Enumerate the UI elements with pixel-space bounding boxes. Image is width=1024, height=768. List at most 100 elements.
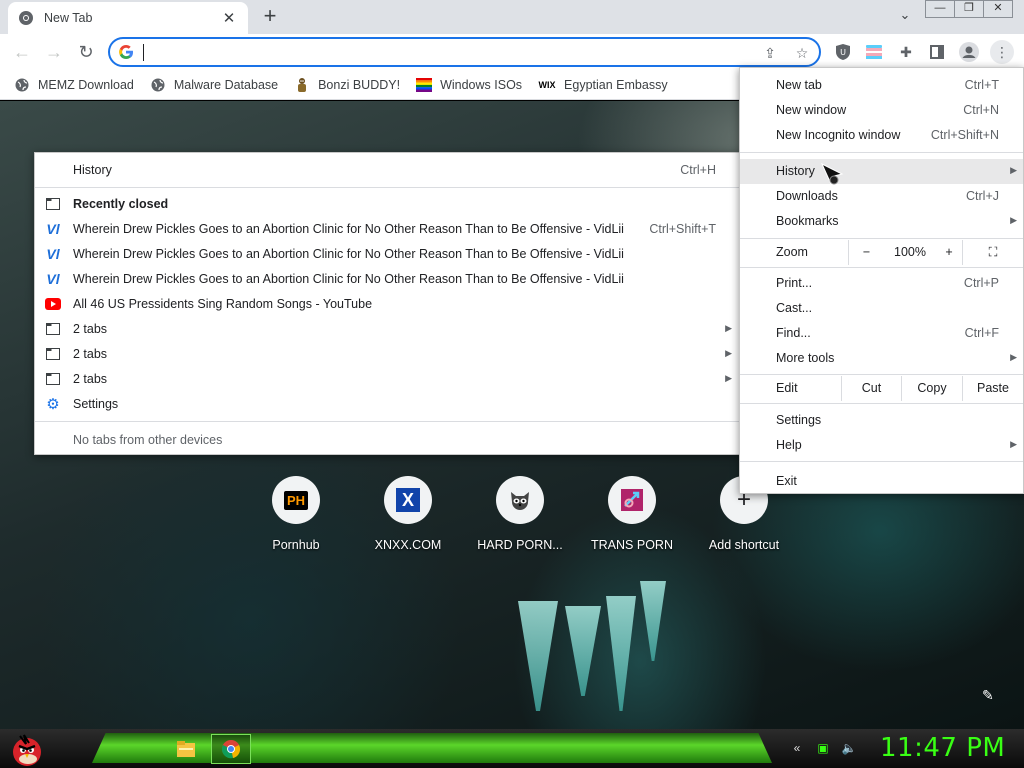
- menu-item-new-incognito[interactable]: New Incognito window Ctrl+Shift+N: [740, 123, 1023, 148]
- recently-closed-item[interactable]: Vl Wherein Drew Pickles Goes to an Abort…: [35, 242, 740, 267]
- menu-item-print[interactable]: Print... Ctrl+P: [740, 271, 1023, 296]
- tab-new-tab[interactable]: New Tab ✕: [8, 2, 248, 34]
- menu-item-settings[interactable]: Settings: [740, 408, 1023, 433]
- shortcut-tile[interactable]: HARD PORN...: [464, 476, 576, 552]
- shortcut-tile[interactable]: PH Pornhub: [240, 476, 352, 552]
- menu-item-new-tab[interactable]: New tab Ctrl+T: [740, 73, 1023, 98]
- side-panel-icon[interactable]: [926, 41, 948, 63]
- recently-closed-item[interactable]: All 46 US Pressidents Sing Random Songs …: [35, 292, 740, 317]
- back-arrow-icon[interactable]: ←: [10, 40, 34, 64]
- shortcut-tile[interactable]: X XNXX.COM: [352, 476, 464, 552]
- menu-divider: [740, 267, 1023, 268]
- paste-button[interactable]: Paste: [962, 376, 1023, 401]
- chrome-taskbar-icon[interactable]: [211, 734, 251, 764]
- window-icon: [45, 196, 61, 212]
- window-controls: — ❐ ✕: [925, 0, 1013, 18]
- vidlii-icon: Vl: [46, 246, 60, 262]
- address-input[interactable]: [142, 42, 742, 62]
- submenu-arrow-icon: ▶: [1010, 352, 1017, 362]
- show-hidden-icons-icon[interactable]: «: [788, 739, 806, 757]
- menu-item-bookmarks[interactable]: Bookmarks ▶: [740, 209, 1023, 234]
- forward-arrow-icon[interactable]: →: [42, 40, 66, 64]
- gear-icon: ⚙: [46, 396, 60, 413]
- ublock-icon[interactable]: U: [832, 41, 854, 63]
- bookmark-label: Windows ISOs: [440, 77, 523, 92]
- file-explorer-taskbar-icon[interactable]: [166, 734, 206, 764]
- recently-closed-item[interactable]: Vl Wherein Drew Pickles Goes to an Abort…: [35, 267, 740, 292]
- new-tab-button[interactable]: +: [258, 4, 282, 28]
- tab-group-item[interactable]: 2 tabs ▶: [35, 342, 740, 367]
- system-tray: « ▣ 🔈: [788, 739, 866, 757]
- raccoon-icon: [496, 476, 544, 524]
- menu-item-downloads[interactable]: Downloads Ctrl+J: [740, 184, 1023, 209]
- background-art: [565, 606, 601, 696]
- menu-item-cast[interactable]: Cast...: [740, 296, 1023, 321]
- background-art: [518, 601, 558, 711]
- close-window-button[interactable]: ✕: [983, 0, 1013, 18]
- tab-group-item[interactable]: 2 tabs ▶: [35, 367, 740, 392]
- bookmark-item[interactable]: Malware Database: [150, 77, 278, 93]
- wix-icon: WIX: [538, 79, 556, 90]
- windows-icon: [416, 77, 433, 93]
- tab-search-icon[interactable]: ⌄: [896, 7, 914, 25]
- window-icon: [45, 346, 61, 362]
- profile-avatar-icon[interactable]: [958, 41, 980, 63]
- zoom-out-button[interactable]: −: [848, 240, 884, 265]
- copy-button[interactable]: Copy: [901, 376, 962, 401]
- tab-close-icon[interactable]: ✕: [220, 9, 238, 27]
- vidlii-icon: Vl: [46, 271, 60, 287]
- trans-site-icon: [608, 476, 656, 524]
- minimize-button[interactable]: —: [925, 0, 955, 18]
- bookmark-star-icon[interactable]: ☆: [793, 44, 811, 62]
- tab-group-item[interactable]: 2 tabs ▶: [35, 317, 740, 342]
- share-icon[interactable]: ⇪: [761, 44, 779, 62]
- menu-item-find[interactable]: Find... Ctrl+F: [740, 321, 1023, 346]
- shortcut-label: HARD PORN...: [477, 538, 563, 552]
- chrome-icon: [18, 10, 34, 26]
- pencil-edit-icon[interactable]: ✎: [982, 687, 1000, 705]
- text-caret: [143, 44, 144, 61]
- cut-button[interactable]: Cut: [841, 376, 901, 401]
- restore-button[interactable]: ❐: [954, 0, 984, 18]
- kebab-menu-icon[interactable]: ⋮: [990, 40, 1014, 64]
- reload-icon[interactable]: ↻: [74, 40, 98, 64]
- shortcut-label: Add shortcut: [708, 538, 780, 552]
- menu-item-edit: Edit Cut Copy Paste: [740, 376, 1023, 401]
- angry-bird-start-icon[interactable]: [8, 730, 46, 768]
- menu-item-more-tools[interactable]: More tools ▶: [740, 346, 1023, 371]
- svg-text:U: U: [840, 48, 846, 57]
- bookmark-item[interactable]: MEMZ Download: [14, 77, 134, 93]
- menu-divider: [740, 374, 1023, 375]
- bookmark-item[interactable]: Windows ISOs: [416, 77, 522, 93]
- taskbar-clock[interactable]: 11:47 PM: [880, 733, 1005, 763]
- fullscreen-icon[interactable]: ⛶: [962, 240, 1023, 265]
- history-settings-item[interactable]: ⚙ Settings: [35, 392, 740, 417]
- history-submenu: History Ctrl+H Recently closed Vl Wherei…: [34, 152, 741, 455]
- trans-flag-extension-icon[interactable]: [863, 41, 885, 63]
- zoom-in-button[interactable]: +: [936, 240, 962, 265]
- menu-item-new-window[interactable]: New window Ctrl+N: [740, 98, 1023, 123]
- no-other-devices-text: No tabs from other devices: [73, 433, 223, 447]
- bookmark-item[interactable]: Bonzi BUDDY!: [294, 77, 400, 93]
- omnibox[interactable]: ⇪ ☆: [108, 37, 821, 67]
- shortcut-label: Pornhub: [272, 538, 320, 552]
- menu-item-help[interactable]: Help ▶: [740, 433, 1023, 458]
- menu-item-history[interactable]: History ▶: [740, 159, 1023, 184]
- menu-item-exit[interactable]: Exit: [740, 469, 1023, 494]
- shortcut-label: TRANS PORN: [591, 538, 673, 552]
- mouse-cursor-icon: [820, 162, 844, 186]
- bookmark-label: Malware Database: [173, 77, 279, 92]
- submenu-arrow-icon: ▶: [725, 348, 732, 358]
- history-header-item[interactable]: History Ctrl+H: [35, 158, 740, 183]
- menu-item-zoom: Zoom − 100% + ⛶: [740, 240, 1023, 265]
- volume-icon[interactable]: 🔈: [840, 739, 858, 757]
- network-icon[interactable]: ▣: [814, 739, 832, 757]
- window-icon: [45, 371, 61, 387]
- window-icon: [45, 321, 61, 337]
- chrome-main-menu: New tab Ctrl+T New window Ctrl+N New Incog…: [739, 67, 1024, 494]
- google-g-icon: [118, 44, 134, 60]
- bookmark-item[interactable]: WIX Egyptian Embassy: [538, 77, 668, 93]
- puzzle-extensions-icon[interactable]: ✚: [895, 41, 917, 63]
- shortcut-tile[interactable]: TRANS PORN: [576, 476, 688, 552]
- recently-closed-item[interactable]: Vl Wherein Drew Pickles Goes to an Abort…: [35, 217, 740, 242]
